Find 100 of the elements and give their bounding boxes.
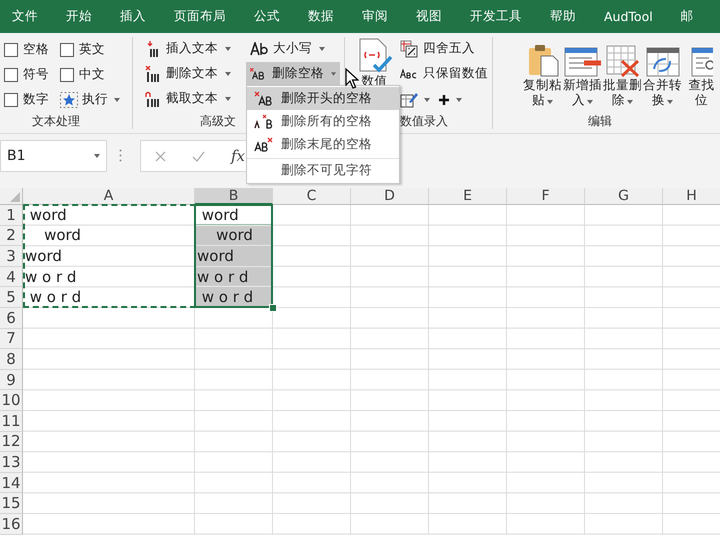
ribbon-button[interactable]: 四舍五入 [396,37,492,60]
row-header[interactable]: 10 [0,390,23,411]
insert-text-icon [145,40,161,56]
ribbon-tab[interactable]: 邮 [678,8,696,25]
group-label: 文本处理 [32,113,80,129]
row-header[interactable]: 13 [0,452,23,473]
ribbon-button[interactable]: 删除文本 [141,62,238,85]
ribbon-button[interactable]: 批量删 除 [603,37,642,113]
ribbon-tab[interactable]: 审阅 [360,8,390,25]
number-check-icon [358,37,392,73]
column-header[interactable]: B [195,188,273,205]
menu-item[interactable]: 删除所有的空格 [247,110,399,133]
caret-icon [225,72,231,76]
table-cell[interactable]: w o r d [23,287,194,307]
trim-trailing-icon [254,136,274,152]
fill-handle[interactable] [269,304,277,312]
row-header[interactable]: 12 [0,432,23,452]
ribbon-button[interactable]: 截取文本 [141,87,238,110]
caret-icon [225,46,231,50]
row-header[interactable]: 7 [0,328,23,350]
checkbox[interactable]: 数字 [4,91,60,108]
row-header[interactable]: 6 [0,308,23,329]
group-label: 数值录入 [400,113,448,129]
case-icon [250,42,268,56]
column-header[interactable]: F [507,188,585,205]
caret-icon [319,46,325,50]
ribbon-tab[interactable]: 帮助 [548,8,578,25]
table-cell[interactable]: word [195,226,272,246]
row-header[interactable]: 2 [0,226,23,246]
convert-table-icon [646,47,680,77]
row-header[interactable]: 3 [0,246,23,267]
ribbon-button[interactable]: 大小写 [246,37,340,60]
ribbon-tab[interactable]: 页面布局 [172,8,228,25]
row-header[interactable]: 9 [0,370,23,390]
row-header[interactable]: 14 [0,472,23,494]
row-header[interactable]: 8 [0,349,23,370]
ribbon-tab[interactable]: 视图 [414,8,444,25]
row-header[interactable]: 5 [0,287,23,308]
checkbox[interactable]: 符号 [4,66,60,83]
group-label: 高级文 [200,113,236,129]
star-icon [60,92,78,108]
caret-icon [424,98,430,102]
ribbon-tab[interactable]: 开始 [64,8,94,25]
table-cell[interactable]: word [23,205,194,225]
ribbon-button[interactable]: 删除空格 [246,62,340,85]
caret-icon [627,100,633,104]
caret-icon [547,100,553,104]
ribbon-tab[interactable]: 插入 [118,8,148,25]
column-header[interactable]: C [273,188,351,205]
checkbox[interactable]: 空格 [4,41,60,58]
edit-icon[interactable] [400,90,418,108]
caret-icon [330,72,336,76]
ribbon-button[interactable]: 新增插 入 [563,37,602,113]
menu-item[interactable]: 删除开头的空格 [247,87,399,110]
ribbon-tab[interactable]: 文件 [10,8,40,25]
checkbox[interactable]: 中文 [60,66,132,83]
caret-icon [225,96,231,100]
caret-icon [456,98,462,102]
plus-icon[interactable] [438,94,450,106]
caret-icon [667,100,673,104]
name-box[interactable]: B1 [0,140,107,172]
table-cell[interactable]: word [23,226,194,246]
drag-handle-icon [119,149,122,162]
ribbon-tab[interactable]: 公式 [252,8,282,25]
find-icon [690,47,712,77]
table-cell[interactable]: w o r d [23,266,194,286]
row-header[interactable]: 16 [0,514,23,534]
row-header[interactable]: 1 [0,205,23,226]
ribbon-button[interactable]: 复制粘 贴 [523,37,562,113]
row-header[interactable]: 15 [0,493,23,514]
table-cell[interactable]: w o r d [195,287,272,307]
extract-text-icon [145,90,161,106]
menu-item[interactable]: 删除不可见字符 [247,158,399,182]
checkbox[interactable]: 英文 [60,41,132,58]
caret-icon [114,98,120,102]
ribbon-button[interactable]: 查找 位 [683,37,720,113]
ribbon-tab[interactable]: AudTool [602,9,655,24]
column-header[interactable]: G [585,188,663,205]
table-cell[interactable]: word [23,246,194,266]
ribbon-button[interactable]: 插入文本 [141,37,238,60]
column-header[interactable]: H [663,188,720,205]
ribbon-button[interactable]: 合并转 换 [643,37,682,113]
run-button[interactable]: 执行 [60,91,132,108]
ribbon-tab[interactable]: 数据 [306,8,336,25]
column-header[interactable]: A [23,188,195,205]
insert-row-icon [564,47,602,77]
delete-text-icon [145,66,161,82]
percent-table-icon [400,40,418,58]
trim-all-icon [254,114,274,130]
column-header[interactable]: D [351,188,429,205]
column-header[interactable]: E [429,188,507,205]
row-header[interactable]: 11 [0,410,23,432]
delete-table-icon [604,45,640,77]
ribbon-tab[interactable]: 开发工具 [468,8,524,25]
ribbon-button[interactable]: 只保留数值 [396,62,492,85]
abc-icon [400,68,418,78]
row-header[interactable]: 4 [0,266,23,288]
table-cell[interactable]: word [195,246,272,266]
check-icon[interactable] [192,150,205,162]
table-cell[interactable]: w o r d [195,266,272,286]
